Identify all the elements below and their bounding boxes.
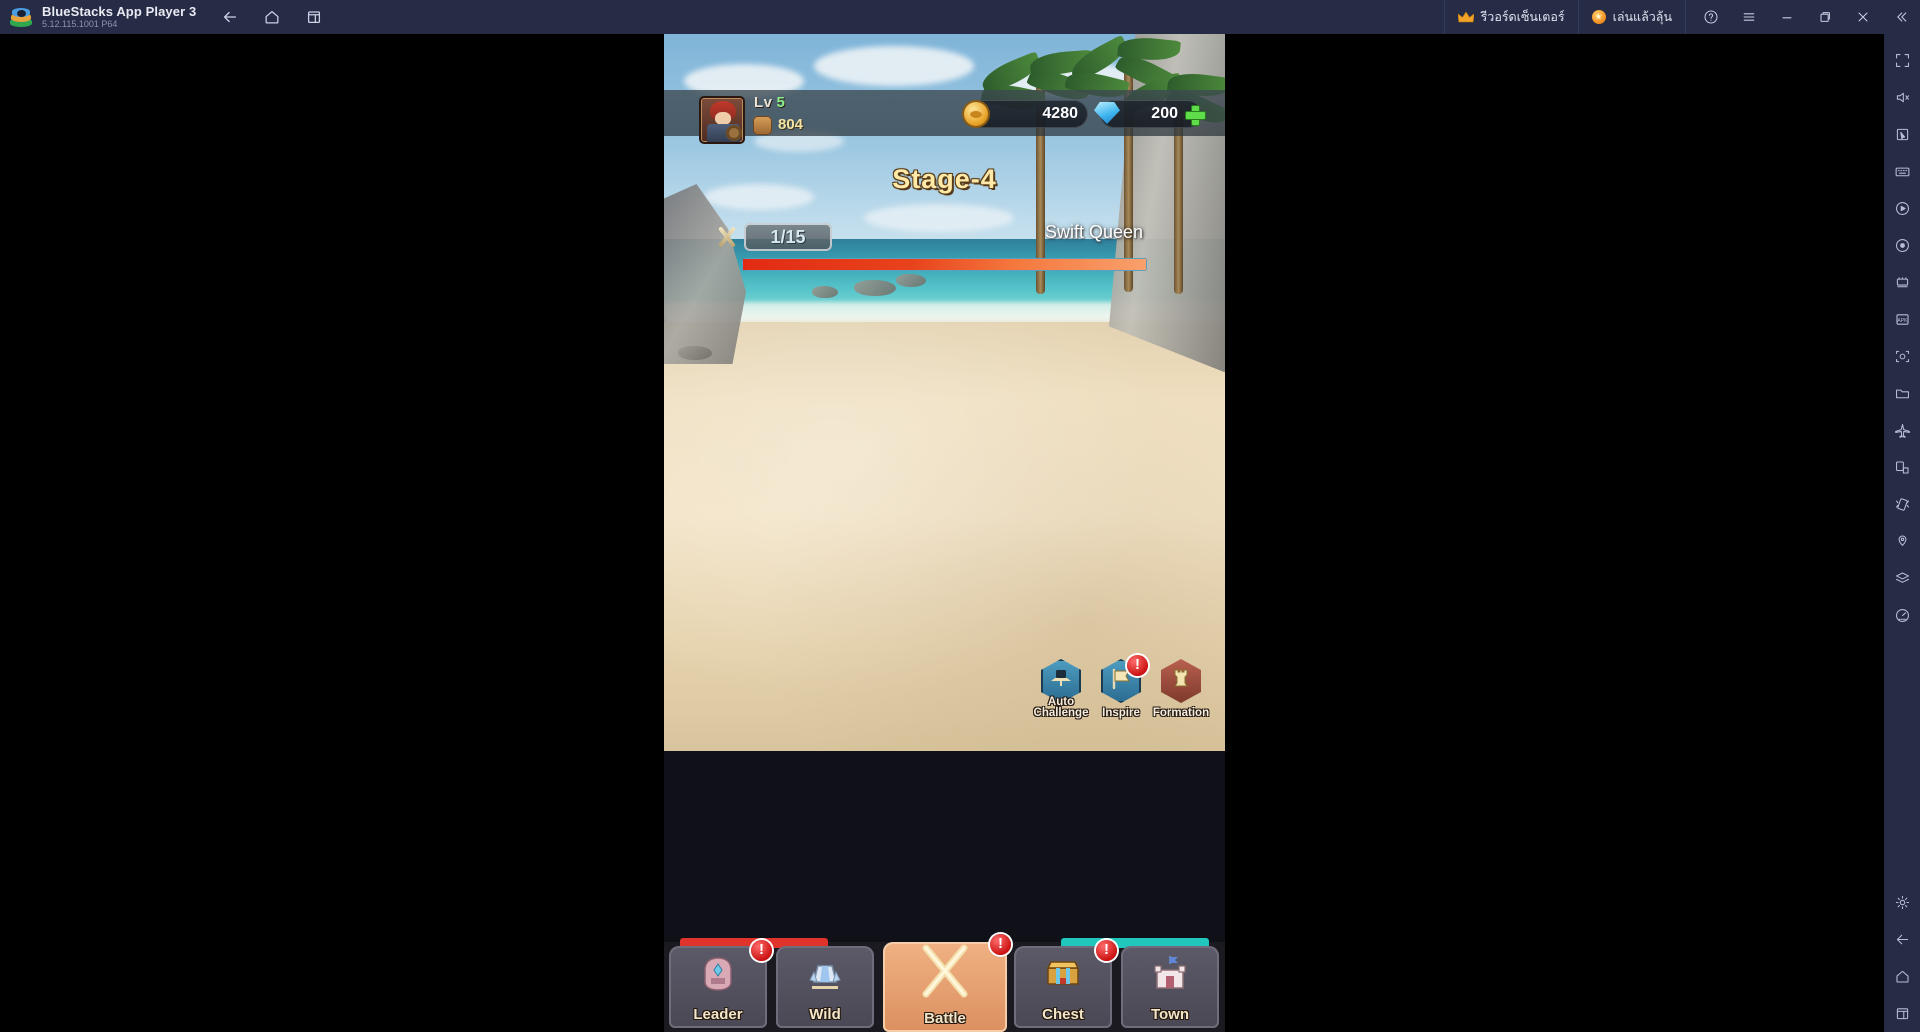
svg-text:APK: APK: [1897, 318, 1908, 324]
nav-chest[interactable]: Chest !: [1014, 940, 1117, 1028]
wave-counter: 1/15: [744, 223, 832, 251]
close-icon[interactable]: [1844, 0, 1882, 34]
airplane-icon[interactable]: [1884, 412, 1920, 449]
gauge-icon[interactable]: [1884, 597, 1920, 634]
right-sidebar-toolbar: APK: [1884, 34, 1920, 1032]
boss-name: Swift Queen: [1044, 222, 1143, 242]
level-label: Lv: [754, 94, 773, 111]
gold-value: 4280: [1042, 105, 1078, 122]
nav-battle[interactable]: Battle !: [883, 934, 1011, 1032]
gold-coin-icon: [964, 102, 988, 126]
chess-rook-icon: [1169, 667, 1193, 691]
shake-icon[interactable]: [1884, 486, 1920, 523]
location-icon[interactable]: [1884, 523, 1920, 560]
settings-gear-icon[interactable]: [1884, 884, 1920, 921]
crossed-swords-icon: [716, 226, 738, 248]
android-back-icon[interactable]: [1884, 921, 1920, 958]
power-value: 804: [778, 116, 804, 133]
app-title-block: BlueStacks App Player 3 5.12.115.1001 P6…: [42, 5, 196, 29]
power-icon: [753, 116, 772, 135]
promo-play-and-win[interactable]: เล่นแล้วลุ้น: [1577, 0, 1685, 34]
app-title: BlueStacks App Player 3: [42, 3, 197, 19]
title-bar-right: รีวอร์ดเซ็นเตอร์ เล่นแล้วลุ้น: [1443, 0, 1920, 34]
wave-counter-value: 1/15: [770, 226, 806, 247]
formation-button[interactable]: Formation: [1153, 659, 1209, 719]
promo-play-label: เล่นแล้วลุ้น: [1612, 10, 1672, 24]
emulator-stage: Lv 5 804 4280 200 Stage-4 1/15 Swift Quee…: [0, 34, 1884, 1032]
app-version: 5.12.115.1001 P64: [42, 18, 118, 29]
nav-town[interactable]: Town: [1121, 946, 1219, 1028]
gem-counter[interactable]: 200: [1094, 100, 1206, 128]
fullscreen-icon[interactable]: [1884, 42, 1920, 79]
home-icon[interactable]: [260, 5, 284, 29]
help-icon[interactable]: [1692, 0, 1730, 34]
android-home-icon[interactable]: [1884, 958, 1920, 995]
inspire-badge: !: [1127, 655, 1148, 676]
crossed-swords-icon: [914, 944, 976, 1002]
recents-icon[interactable]: [302, 5, 326, 29]
cursor-icon[interactable]: [1884, 116, 1920, 153]
boss-hp-bar: [742, 258, 1147, 271]
media-folder-icon[interactable]: [1884, 375, 1920, 412]
player-level: Lv 5: [754, 94, 785, 111]
multi-instance-icon[interactable]: [1884, 264, 1920, 301]
window-nav-icons: [218, 5, 326, 29]
battle-action-buttons: Auto Challenge Inspire ! Formation: [1034, 655, 1209, 719]
player-avatar[interactable]: [699, 96, 745, 144]
nav-battle-label: Battle: [924, 1010, 966, 1027]
gold-counter[interactable]: 4280: [964, 100, 1088, 128]
level-value: 5: [776, 94, 786, 111]
promo-rewards-label: รีวอร์ดเซ็นเตอร์: [1480, 10, 1565, 24]
menu-icon[interactable]: [1730, 0, 1768, 34]
auto-challenge-button[interactable]: Auto Challenge: [1034, 659, 1088, 719]
stage-title: Stage-4: [892, 164, 997, 194]
nav-town-label: Town: [1150, 1006, 1190, 1023]
formation-label: Formation: [1152, 707, 1210, 719]
rotate-icon[interactable]: [1884, 449, 1920, 486]
nav-battle-badge: !: [990, 934, 1011, 955]
wild-crystal-icon: [804, 954, 846, 994]
back-icon[interactable]: [218, 5, 242, 29]
nav-wild[interactable]: Wild: [776, 946, 874, 1028]
nav-chest-label: Chest: [1042, 1006, 1084, 1023]
nav-leader[interactable]: Leader !: [669, 940, 772, 1028]
window-controls: [1685, 0, 1920, 34]
screenshot-icon[interactable]: [1884, 338, 1920, 375]
nav-chest-badge: !: [1096, 940, 1117, 961]
plus-icon[interactable]: [1185, 105, 1206, 126]
macro-play-icon[interactable]: [1884, 190, 1920, 227]
nav-leader-badge: !: [751, 940, 772, 961]
mute-icon[interactable]: [1884, 79, 1920, 116]
auto-challenge-icon: [1049, 667, 1073, 691]
nav-leader-label: Leader: [693, 1006, 743, 1023]
game-viewport: Lv 5 804 4280 200 Stage-4 1/15 Swift Quee…: [664, 34, 1225, 1032]
layers-icon[interactable]: [1884, 560, 1920, 597]
nav-wild-label: Wild: [809, 1006, 841, 1023]
helmet-icon: [697, 954, 739, 994]
auto-challenge-label: Auto Challenge: [1033, 696, 1089, 719]
gem-value: 200: [1151, 105, 1178, 122]
inspire-button[interactable]: Inspire !: [1095, 655, 1148, 719]
star-badge-icon: [1591, 10, 1606, 24]
chest-icon: [1042, 954, 1084, 994]
android-recents-icon[interactable]: [1884, 995, 1920, 1032]
title-bar: BlueStacks App Player 3 5.12.115.1001 P6…: [0, 0, 1920, 34]
town-castle-icon: [1149, 954, 1191, 994]
promo-rewards-center[interactable]: รีวอร์ดเซ็นเตอร์: [1443, 0, 1578, 34]
bottom-nav-bar: Leader ! Wild Battle ! Chest ! Town: [664, 934, 1225, 1032]
crown-icon: [1457, 11, 1475, 23]
install-apk-icon[interactable]: APK: [1884, 301, 1920, 338]
inspire-label: Inspire: [1102, 707, 1140, 719]
maximize-icon[interactable]: [1806, 0, 1844, 34]
bluestacks-logo-icon: [10, 6, 32, 28]
bluestacks-window: BlueStacks App Player 3 5.12.115.1001 P6…: [0, 0, 1920, 1032]
keyboard-icon[interactable]: [1884, 153, 1920, 190]
minimize-icon[interactable]: [1768, 0, 1806, 34]
battle-background: [664, 34, 1225, 751]
macro-record-icon[interactable]: [1884, 227, 1920, 264]
collapse-icon[interactable]: [1882, 0, 1920, 34]
